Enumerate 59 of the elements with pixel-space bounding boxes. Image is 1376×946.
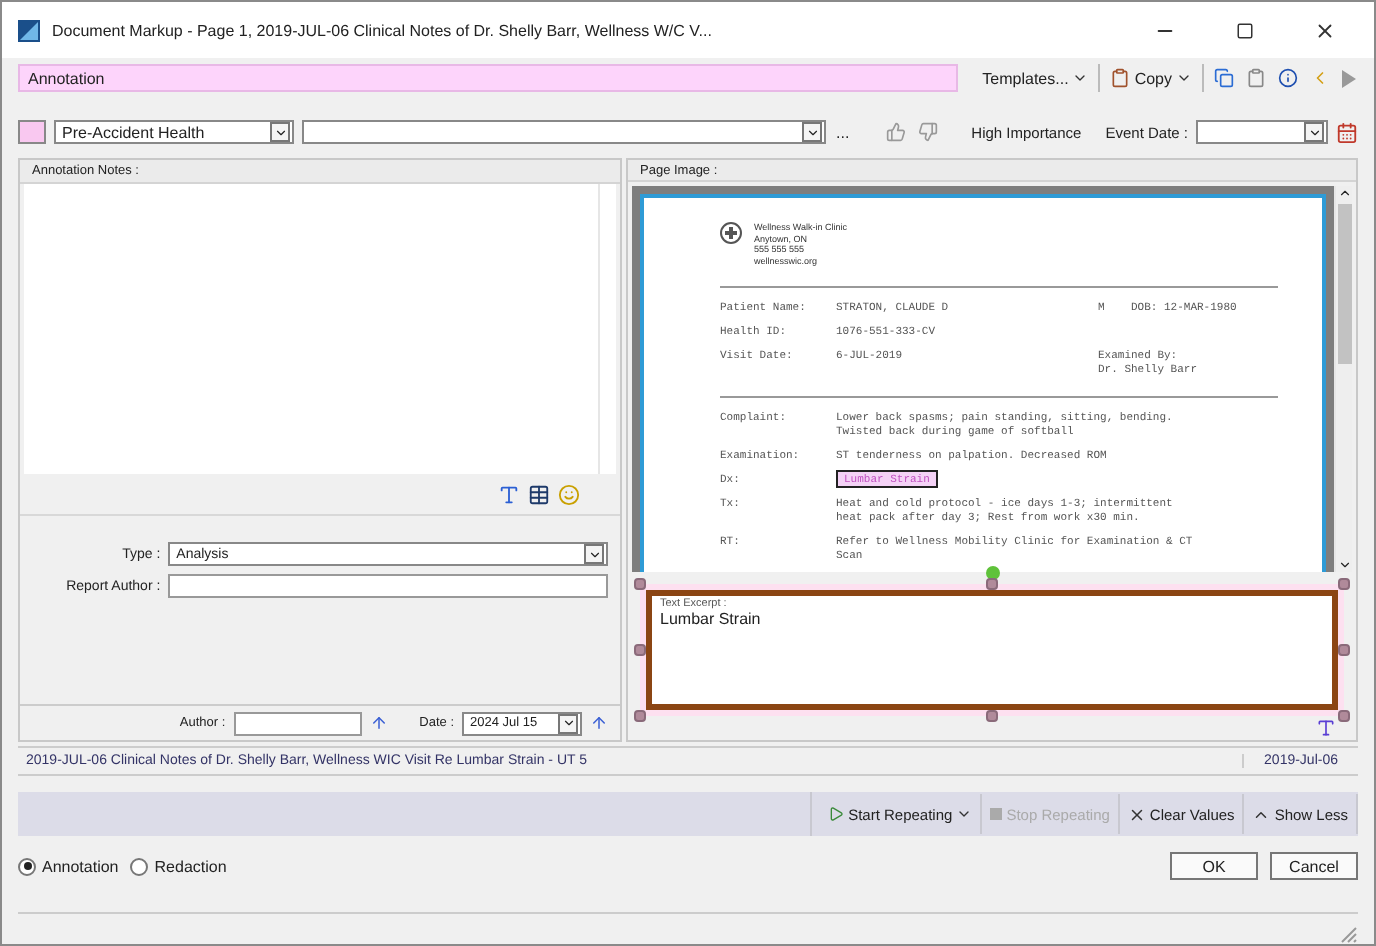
caret-icon	[1072, 70, 1089, 86]
play-icon	[1342, 69, 1356, 87]
close-icon	[1313, 19, 1335, 41]
text-icon[interactable]	[498, 484, 520, 506]
resize-handle[interactable]	[1338, 578, 1350, 591]
resize-handle[interactable]	[634, 578, 646, 591]
play-icon	[828, 806, 845, 822]
smiley-icon[interactable]	[558, 484, 580, 506]
caret-icon	[956, 806, 973, 822]
copy-button[interactable]: Copy	[1108, 62, 1194, 94]
chevron-down-icon	[1337, 558, 1351, 573]
maximize-icon	[1235, 21, 1253, 39]
radio-button[interactable]	[130, 857, 149, 875]
resize-handle[interactable]	[634, 710, 646, 722]
resize-grip-icon[interactable]	[1338, 924, 1358, 944]
category-dropdown[interactable]: Pre-Accident Health	[54, 120, 294, 144]
close-icon	[1127, 805, 1146, 823]
mode-radio[interactable]: Redaction	[130, 857, 227, 875]
author-field[interactable]	[233, 711, 362, 735]
resize-handle[interactable]	[1338, 710, 1350, 722]
clipboard-icon	[1110, 68, 1131, 88]
caret-icon	[805, 125, 819, 139]
scrollbar[interactable]	[1334, 186, 1352, 573]
excerpt-text: Lumbar Strain	[660, 610, 763, 629]
table-icon[interactable]	[528, 484, 550, 506]
text-icon[interactable]	[1316, 718, 1336, 738]
stop-icon	[990, 808, 1003, 820]
caret-icon	[561, 716, 575, 730]
app-icon	[18, 19, 40, 41]
chevron-up-icon	[1337, 186, 1351, 201]
subcategory-dropdown[interactable]	[302, 120, 826, 144]
copy-icon	[1214, 68, 1234, 88]
report-author-field[interactable]	[168, 574, 608, 598]
arrow-up-icon[interactable]	[369, 714, 388, 732]
clipboard-icon	[1246, 68, 1266, 88]
color-swatch[interactable]	[18, 120, 46, 144]
resize-handle[interactable]	[634, 644, 646, 657]
caret-icon	[1307, 125, 1321, 139]
info-icon	[1278, 68, 1298, 88]
mode-radio[interactable]: Annotation	[18, 857, 119, 875]
calendar-icon[interactable]	[1336, 121, 1358, 143]
dialog-button[interactable]: Cancel	[1270, 852, 1358, 880]
arrow-up-icon[interactable]	[590, 714, 608, 732]
caret-icon	[273, 125, 287, 139]
caret-icon	[1176, 70, 1192, 86]
templates-button[interactable]: Templates...	[980, 62, 1091, 94]
caret-icon	[587, 547, 601, 561]
resize-handle[interactable]	[986, 710, 998, 722]
clinic-logo-icon	[720, 222, 742, 245]
thumbs-down-icon	[917, 122, 938, 142]
resize-handle[interactable]	[1338, 644, 1350, 657]
radio-button[interactable]	[18, 857, 36, 875]
annotation-title-field[interactable]: Annotation	[18, 64, 958, 92]
resize-handle[interactable]	[986, 578, 998, 591]
thumbs-up-icon	[885, 122, 906, 142]
more-button[interactable]: ...	[834, 116, 852, 148]
dialog-button[interactable]: OK	[1170, 852, 1258, 880]
window-title: Document Markup - Page 1, 2019-JUL-06 Clinical Notes of Dr. Shelly Barr, Wellness W/C V...	[52, 21, 714, 39]
event-date-field[interactable]	[1196, 120, 1328, 144]
